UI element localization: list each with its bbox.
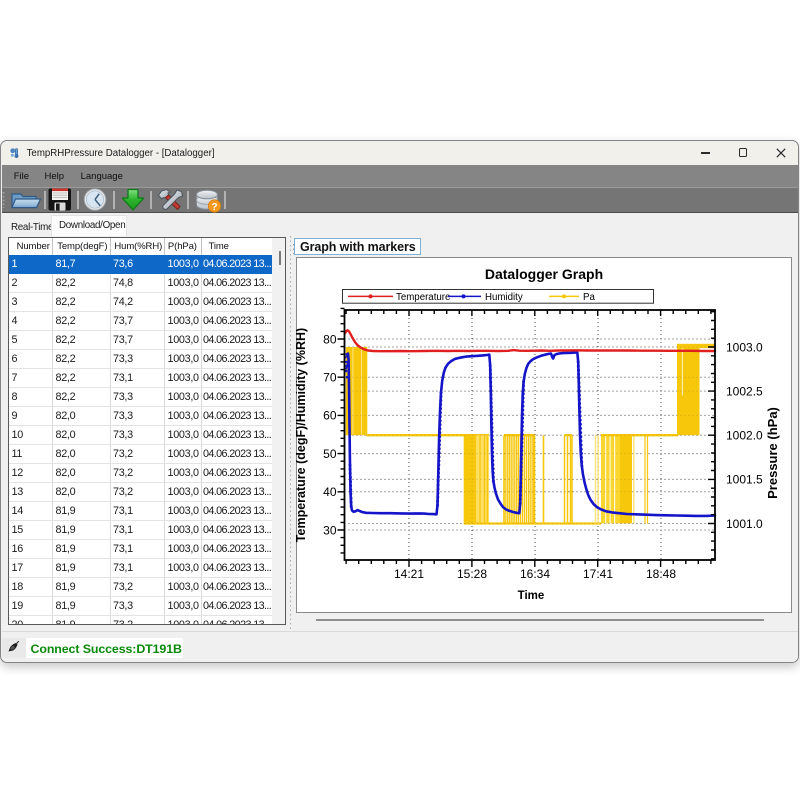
svg-text:18:48: 18:48 bbox=[646, 567, 676, 581]
svg-text:1002.5: 1002.5 bbox=[726, 384, 763, 398]
svg-text:50: 50 bbox=[323, 447, 337, 461]
svg-text:Temperature: Temperature bbox=[396, 292, 450, 303]
svg-text:Pa: Pa bbox=[583, 292, 595, 303]
svg-text:1001.0: 1001.0 bbox=[726, 517, 763, 531]
svg-text:16:34: 16:34 bbox=[520, 567, 550, 581]
svg-text:1003.0: 1003.0 bbox=[726, 340, 763, 354]
svg-text:80: 80 bbox=[323, 332, 337, 346]
svg-text:?: ? bbox=[212, 202, 218, 213]
svg-text:60: 60 bbox=[323, 409, 337, 423]
svg-text:Temperature (degF)/Humidity (%: Temperature (degF)/Humidity (%RH) bbox=[296, 328, 308, 542]
svg-text:70: 70 bbox=[323, 371, 337, 385]
svg-text:17:41: 17:41 bbox=[583, 567, 613, 581]
svg-text:14:21: 14:21 bbox=[394, 567, 424, 581]
svg-text:30: 30 bbox=[323, 523, 337, 537]
svg-text:40: 40 bbox=[323, 485, 337, 499]
svg-text:1001.5: 1001.5 bbox=[726, 473, 763, 487]
svg-text:1002.0: 1002.0 bbox=[726, 429, 763, 443]
svg-text:Time: Time bbox=[518, 590, 545, 602]
svg-text:15:28: 15:28 bbox=[457, 567, 487, 581]
svg-text:Datalogger Graph: Datalogger Graph bbox=[485, 266, 603, 282]
svg-text:Humidity: Humidity bbox=[485, 292, 523, 303]
svg-text:Pressure (hPa): Pressure (hPa) bbox=[765, 407, 780, 499]
